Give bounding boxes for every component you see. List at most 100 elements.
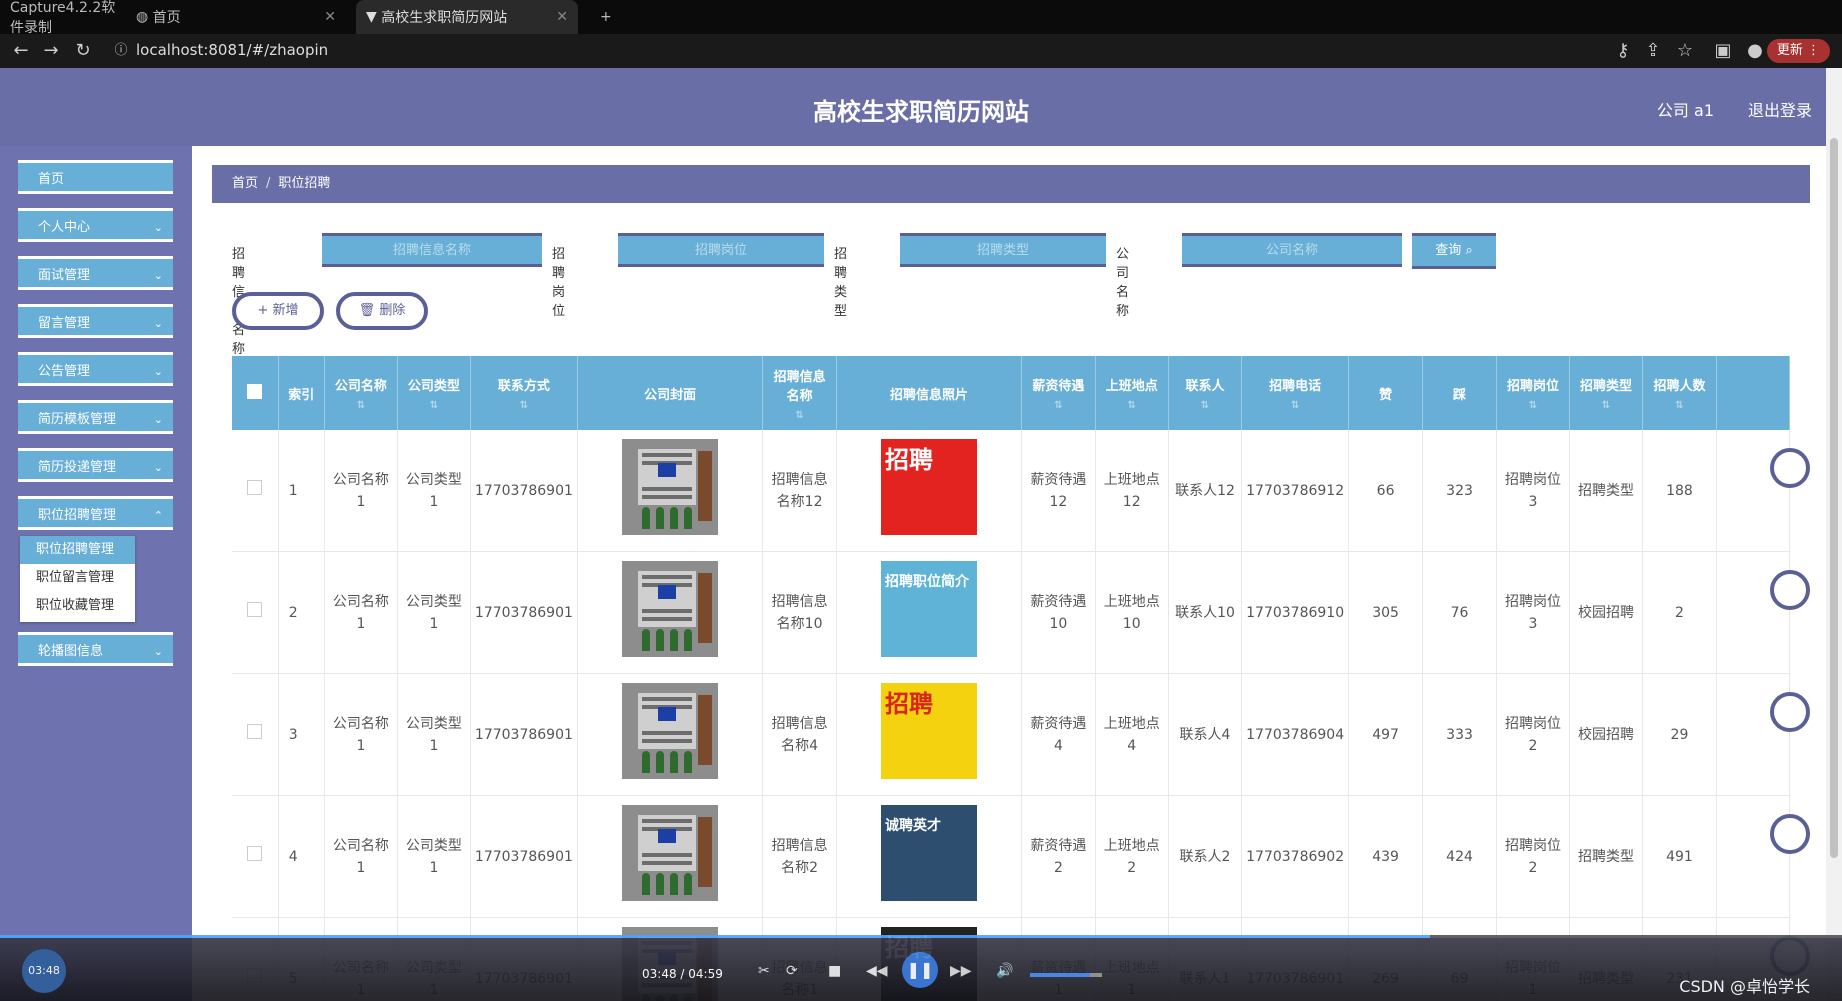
sidebar-item-notice[interactable]: 公告管理 ⌄	[18, 352, 173, 386]
key-icon[interactable]: ⚷	[1612, 40, 1634, 62]
sidebar-item-carousel[interactable]: 轮播图信息 ⌄	[18, 632, 173, 666]
sort-icon: ⇅	[1528, 400, 1538, 411]
sidebar-item-resume-template[interactable]: 简历模板管理 ⌄	[18, 400, 173, 434]
chevron-down-icon: ⌄	[153, 645, 163, 658]
col-count[interactable]: 招聘人数 ⇅	[1642, 356, 1717, 430]
submenu-item-job-message[interactable]: 职位留言管理	[20, 564, 135, 592]
sort-icon: ⇅	[795, 409, 804, 421]
type-search-input[interactable]	[900, 233, 1106, 267]
recruit-poster-image[interactable]: 招聘	[881, 439, 978, 535]
company-cover-image[interactable]	[622, 439, 719, 535]
company-label: 公司名称	[1116, 247, 1130, 319]
cell-index: 4	[278, 795, 325, 918]
update-button[interactable]: 更新 ⋮	[1766, 39, 1830, 63]
col-info-name[interactable]: 招聘信息名称 ⇅	[762, 356, 837, 430]
cell-dislike: 76	[1422, 551, 1497, 674]
col-location[interactable]: 上班地点 ⇅	[1095, 356, 1169, 430]
tab-capture[interactable]: Capture4.2.2软件录制	[0, 0, 126, 36]
cell-phone: 17703786904	[1241, 673, 1350, 796]
cell-actions	[1716, 673, 1790, 796]
recruit-poster-image[interactable]: 招聘职位简介	[881, 561, 978, 657]
row-checkbox[interactable]	[232, 551, 279, 674]
select-all-checkbox[interactable]	[232, 356, 279, 430]
volume-icon[interactable]: 🔊	[996, 963, 1013, 979]
stop-icon[interactable]: ■	[828, 963, 841, 979]
add-button[interactable]: + 新增	[232, 292, 324, 330]
close-tab-icon[interactable]: ✕	[324, 9, 336, 25]
back-icon[interactable]: ←	[10, 40, 32, 62]
share-icon[interactable]: ⇪	[1642, 40, 1664, 62]
sidebar-item-interview[interactable]: 面试管理 ⌄	[18, 256, 173, 290]
col-like[interactable]: 赞	[1348, 356, 1424, 430]
cell-index: 1	[278, 430, 325, 552]
clip-icon[interactable]: ✂	[758, 963, 770, 979]
cell-index: 2	[278, 551, 325, 674]
bookmark-star-icon[interactable]: ☆	[1674, 40, 1696, 62]
sidebar-item-message[interactable]: 留言管理 ⌄	[18, 304, 173, 338]
submenu-item-job-recruit[interactable]: 职位招聘管理	[20, 536, 135, 564]
company-search-input[interactable]	[1182, 233, 1402, 267]
col-index[interactable]: 索引	[278, 356, 325, 430]
sidebar-item-job-recruit[interactable]: 职位招聘管理 ⌃	[18, 496, 173, 530]
col-cover[interactable]: 公司封面	[577, 356, 764, 430]
breadcrumb-home[interactable]: 首页	[232, 176, 258, 191]
position-search-input[interactable]	[618, 233, 824, 267]
tab-site[interactable]: ▼ 高校生求职简历网站 ✕	[356, 0, 578, 34]
cell-salary: 薪资待遇4	[1021, 673, 1096, 796]
col-contact-person[interactable]: 联系人 ⇅	[1168, 356, 1243, 430]
rewind-icon[interactable]: ◀◀	[866, 963, 888, 979]
company-cover-image[interactable]	[622, 805, 719, 901]
row-action-button[interactable]	[1770, 814, 1810, 854]
sidebar: 首页 个人中心 ⌄ 面试管理 ⌄ 留言管理 ⌄ 公告管理 ⌄ 简历模板管理 ⌄ 简历投递管…	[0, 146, 192, 1001]
reload-icon[interactable]: ↻	[72, 40, 94, 62]
sidepanel-icon[interactable]: ▣	[1712, 40, 1734, 62]
row-checkbox[interactable]	[232, 430, 279, 552]
col-salary[interactable]: 薪资待遇 ⇅	[1021, 356, 1096, 430]
col-info-photo[interactable]: 招聘信息照片	[836, 356, 1023, 430]
loop-icon[interactable]: ⟳	[786, 963, 798, 979]
col-contact[interactable]: 联系方式 ⇅	[470, 356, 578, 430]
col-dislike[interactable]: 踩	[1422, 356, 1497, 430]
sidebar-item-home[interactable]: 首页	[18, 160, 173, 194]
col-phone[interactable]: 招聘电话 ⇅	[1241, 356, 1350, 430]
logout-link[interactable]: 退出登录	[1748, 97, 1812, 121]
company-cover-image[interactable]	[622, 683, 719, 779]
row-checkbox[interactable]	[232, 795, 279, 918]
profile-icon[interactable]: ●	[1744, 40, 1766, 62]
col-position[interactable]: 招聘岗位 ⇅	[1496, 356, 1570, 430]
delete-button[interactable]: 🗑 删除	[336, 292, 428, 330]
submenu-item-job-favorite[interactable]: 职位收藏管理	[20, 592, 135, 620]
tab-home[interactable]: ◍ 首页 ✕	[126, 0, 346, 34]
url-field[interactable]: localhost:8081/#/zhaopin	[136, 41, 328, 59]
row-action-button[interactable]	[1770, 692, 1810, 732]
recruit-poster-image[interactable]: 招聘	[881, 683, 978, 779]
scroll-thumb[interactable]	[1830, 138, 1838, 858]
fast-forward-icon[interactable]: ▶▶	[950, 963, 972, 979]
position-label: 招聘岗位	[552, 247, 566, 319]
query-button[interactable]: 查询 ⌕	[1412, 233, 1496, 269]
row-action-button[interactable]	[1770, 570, 1810, 610]
row-checkbox[interactable]	[232, 673, 279, 796]
row-action-button[interactable]	[1770, 448, 1810, 488]
page-scrollbar[interactable]	[1826, 68, 1842, 1001]
info-icon[interactable]: ⓘ	[110, 40, 132, 62]
col-company-type[interactable]: 公司类型 ⇅	[397, 356, 471, 430]
sidebar-item-resume-delivery[interactable]: 简历投递管理 ⌄	[18, 448, 173, 482]
sidebar-item-personal[interactable]: 个人中心 ⌄	[18, 208, 173, 242]
forward-icon[interactable]: →	[40, 40, 62, 62]
col-type[interactable]: 招聘类型 ⇅	[1569, 356, 1643, 430]
col-company-name[interactable]: 公司名称 ⇅	[324, 356, 398, 430]
current-user: 公司 a1	[1656, 101, 1714, 120]
type-label: 招聘类型	[834, 247, 848, 319]
recruit-poster-image[interactable]: 诚聘英才	[881, 805, 978, 901]
cell-cover	[577, 430, 764, 552]
cell-info-name: 招聘信息名称2	[762, 795, 837, 918]
close-tab-icon[interactable]: ✕	[556, 9, 568, 25]
company-cover-image[interactable]	[622, 561, 719, 657]
new-tab-button[interactable]: +	[590, 0, 620, 34]
volume-slider[interactable]	[1030, 973, 1102, 977]
pause-button[interactable]: ❚❚	[902, 952, 938, 988]
playback-progress[interactable]	[0, 935, 1842, 938]
name-search-input[interactable]	[322, 233, 542, 267]
cell-contact-person: 联系人12	[1168, 430, 1243, 552]
